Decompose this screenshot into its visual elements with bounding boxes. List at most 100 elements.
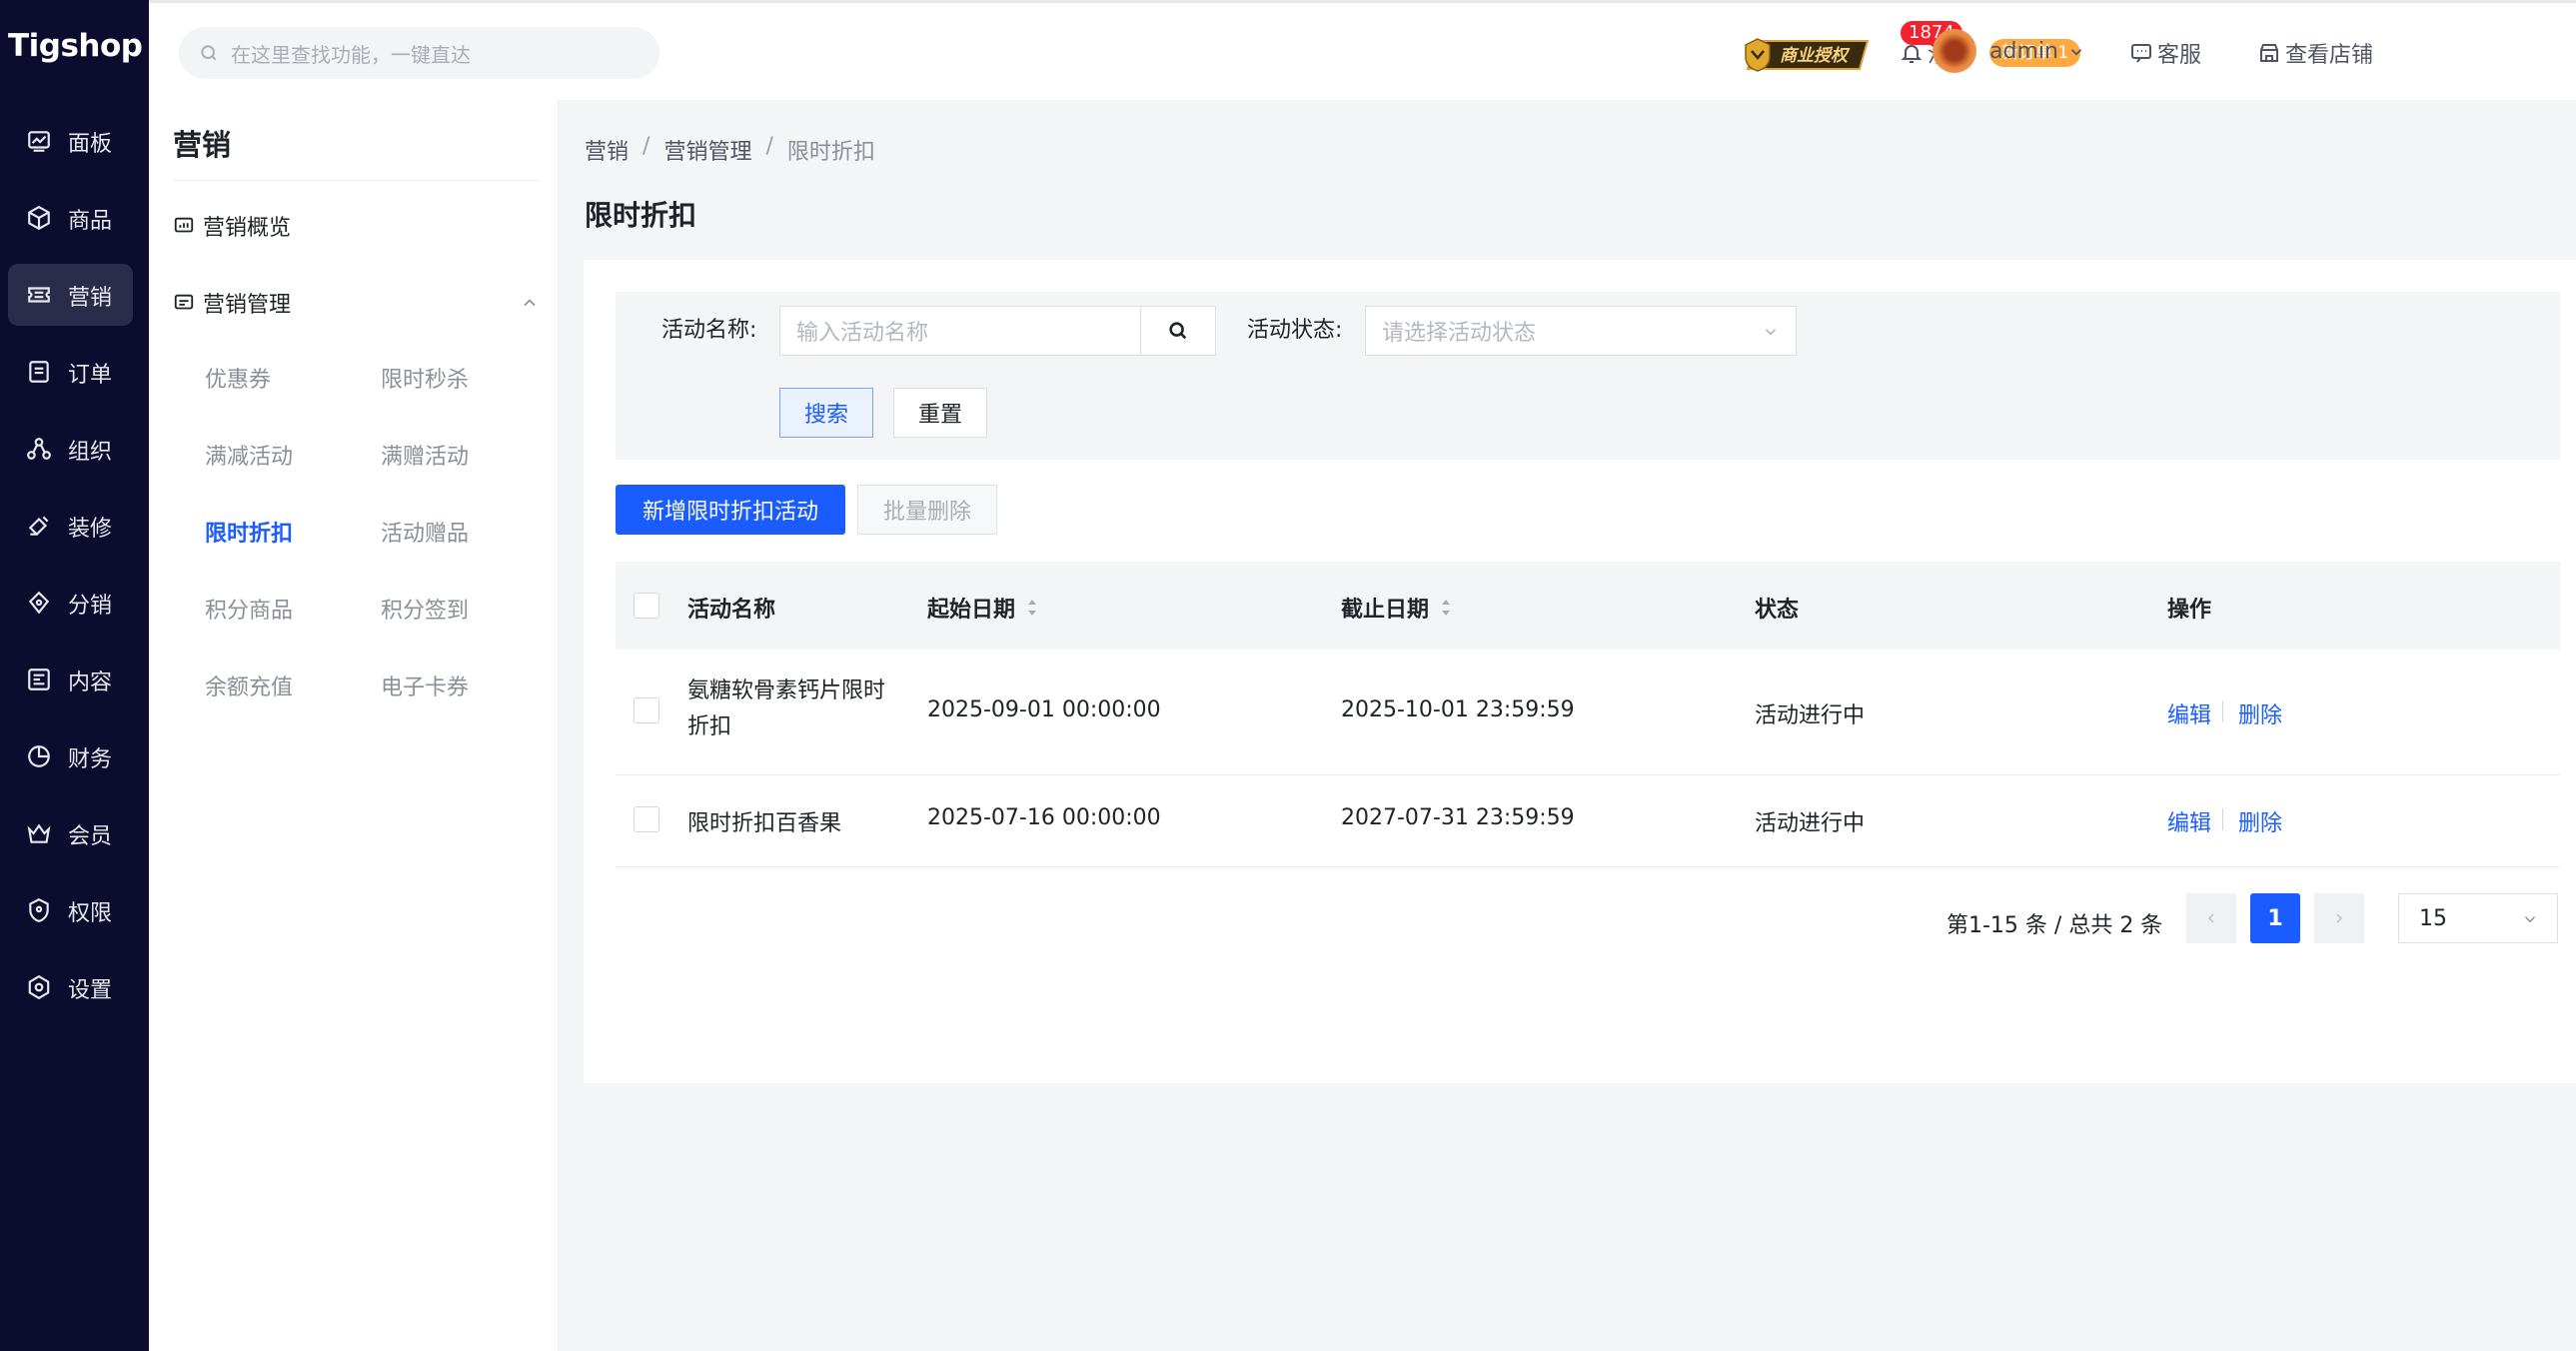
chevron-down-icon[interactable] <box>2067 43 2085 61</box>
search-icon <box>201 45 217 61</box>
status-filter-label: 活动状态: <box>1247 318 1343 343</box>
sort-icon[interactable] <box>1025 597 1039 619</box>
subnav-item-points-signin[interactable]: 积分签到 <box>381 593 469 625</box>
nav-item-content[interactable]: 内容 <box>8 649 133 710</box>
commercial-license-badge[interactable]: 商业授权 <box>1742 35 1870 75</box>
nav-label: 权限 <box>68 901 113 926</box>
user-name[interactable]: admin <box>1989 39 2058 64</box>
activity-name-line: 折扣 <box>687 714 732 739</box>
chevron-up-icon <box>524 299 536 307</box>
activity-status-select[interactable]: 请选择活动状态 <box>1365 306 1797 356</box>
nav-label: 内容 <box>68 671 113 695</box>
content-icon <box>28 669 50 690</box>
global-search[interactable]: 在这里查找功能，一键直达 <box>179 27 659 79</box>
page-size-select[interactable]: 15 <box>2398 893 2558 943</box>
nav-item-distribution[interactable]: 分销 <box>8 572 133 634</box>
nav-item-permissions[interactable]: 权限 <box>8 879 133 941</box>
delete-link[interactable]: 删除 <box>2238 805 2282 837</box>
cube-icon <box>28 205 50 231</box>
chevron-right-icon <box>2336 913 2343 923</box>
subnav-item-e-cards[interactable]: 电子卡券 <box>381 670 469 701</box>
nav-label: 分销 <box>68 594 113 619</box>
view-store-link[interactable]: 查看店铺 <box>2257 37 2373 69</box>
subnav-item-points-products[interactable]: 积分商品 <box>205 593 293 625</box>
subnav-item-full-gift[interactable]: 满赠活动 <box>381 439 469 471</box>
nav-label: 会员 <box>68 824 113 849</box>
status-cell: 活动进行中 <box>1755 811 1866 836</box>
distribution-icon <box>28 591 50 615</box>
nav-item-marketing[interactable]: 营销 <box>8 264 133 326</box>
nav-label: 装修 <box>68 517 113 542</box>
nav-item-settings[interactable]: 设置 <box>8 956 133 1018</box>
subnav-item-flash-sale[interactable]: 限时秒杀 <box>381 362 469 394</box>
nav-item-decoration[interactable]: 装修 <box>8 495 133 557</box>
page-number-current[interactable]: 1 <box>2250 893 2300 943</box>
batch-delete-button[interactable]: 批量删除 <box>857 485 997 535</box>
column-header-name: 活动名称 <box>687 592 775 624</box>
column-header-status: 状态 <box>1755 592 1799 624</box>
subnav-item-balance-recharge[interactable]: 余额充值 <box>205 670 293 701</box>
global-search-placeholder: 在这里查找功能，一键直达 <box>231 42 471 67</box>
activity-name-cell: 限时折扣百香果 <box>687 811 842 836</box>
row-checkbox[interactable] <box>634 697 659 723</box>
search-button[interactable]: 搜索 <box>779 388 873 438</box>
action-divider <box>2222 808 2223 830</box>
subnav-overview[interactable]: 营销概览 <box>173 206 540 246</box>
name-search-button[interactable] <box>1140 306 1216 356</box>
settings-icon <box>28 974 50 1000</box>
app-logo[interactable]: Tigshop <box>8 28 143 64</box>
breadcrumb-item[interactable]: 营销 <box>585 134 629 166</box>
sort-icon[interactable] <box>1439 597 1453 619</box>
view-store-label: 查看店铺 <box>2285 43 2374 68</box>
edit-link[interactable]: 编辑 <box>2167 805 2211 837</box>
nav-item-members[interactable]: 会员 <box>8 802 133 864</box>
subnav-item-coupons[interactable]: 优惠券 <box>205 362 271 394</box>
subnav-item-time-discount[interactable]: 限时折扣 <box>205 516 293 548</box>
nav-item-finance[interactable]: 财务 <box>8 725 133 787</box>
nav-item-products[interactable]: 商品 <box>8 187 133 249</box>
nav-item-dashboard[interactable]: 面板 <box>8 110 133 172</box>
column-header-start-date[interactable]: 起始日期 <box>927 592 1039 624</box>
reset-button[interactable]: 重置 <box>893 388 987 438</box>
dashboard-icon <box>174 217 194 233</box>
page-title: 限时折扣 <box>585 199 697 232</box>
start-date-cell: 2025-07-16 00:00:00 <box>927 805 1161 830</box>
column-header-label: 状态 <box>1755 598 1800 623</box>
row-checkbox[interactable] <box>634 806 659 832</box>
next-page-button[interactable] <box>2314 893 2364 943</box>
subnav-item-full-reduction[interactable]: 满减活动 <box>205 439 293 471</box>
subnav-item-activity-gifts[interactable]: 活动赠品 <box>381 516 469 548</box>
chevron-down-icon <box>2524 916 2536 923</box>
nav-item-orders[interactable]: 订单 <box>8 341 133 403</box>
breadcrumb-item[interactable]: 营销管理 <box>663 134 751 166</box>
column-header-label: 操作 <box>2167 598 2212 623</box>
prev-page-button[interactable] <box>2186 893 2236 943</box>
edit-link[interactable]: 编辑 <box>2167 697 2211 729</box>
avatar[interactable] <box>1932 29 1976 73</box>
add-time-discount-button[interactable]: 新增限时折扣活动 <box>616 485 845 535</box>
auth-badge-text: 商业授权 <box>1780 46 1851 66</box>
column-header-end-date[interactable]: 截止日期 <box>1341 592 1453 624</box>
nav-label: 组织 <box>68 440 113 465</box>
org-icon <box>27 438 51 460</box>
breadcrumb-separator: / <box>765 134 773 159</box>
breadcrumb-separator: / <box>643 134 650 159</box>
select-all-checkbox[interactable] <box>634 593 659 619</box>
topbar: 在这里查找功能，一键直达 商业授权 消息 1874 新订单 1 客服 查看店铺 … <box>149 0 2576 100</box>
page-size-value: 15 <box>2419 905 2447 931</box>
content-card: 活动名称: 输入活动名称 活动状态: 请选择活动状态 搜索 重置 新增限时折扣活… <box>584 260 2576 1083</box>
table-header: 活动名称 起始日期 截止日期 状态 操作 <box>616 562 2560 650</box>
activity-name-input[interactable]: 输入活动名称 <box>779 306 1141 356</box>
document-icon <box>29 361 49 383</box>
nav-item-organization[interactable]: 组织 <box>8 418 133 480</box>
pagination-summary: 第1-15 条 / 总共 2 条 <box>1946 913 2163 938</box>
column-header-label: 活动名称 <box>687 598 776 623</box>
delete-link[interactable]: 删除 <box>2238 697 2282 729</box>
activity-status-placeholder: 请选择活动状态 <box>1382 321 1537 346</box>
customer-service-link[interactable]: 客服 <box>2129 37 2201 69</box>
activity-name-placeholder: 输入活动名称 <box>796 321 929 346</box>
chevron-down-icon <box>1765 329 1777 336</box>
column-header-label: 起始日期 <box>927 598 1016 623</box>
brush-icon <box>28 516 49 537</box>
subnav-group-marketing-management[interactable]: 营销管理 <box>173 283 540 323</box>
